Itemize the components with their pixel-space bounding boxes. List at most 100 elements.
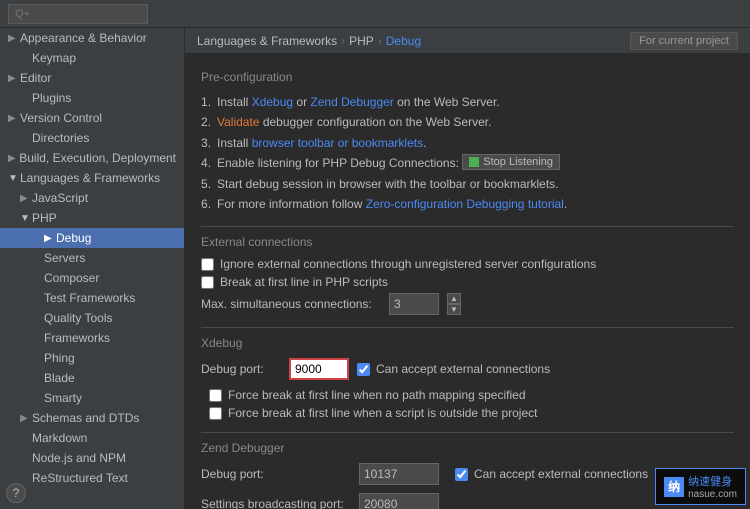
zend-port-row: Debug port: Can accept external connecti… — [201, 463, 734, 485]
external-connections-section: External connections Ignore external con… — [201, 235, 734, 315]
sidebar-item-javascript[interactable]: ▶ JavaScript — [0, 188, 184, 208]
arrow-icon: ▼ — [20, 213, 32, 224]
sidebar-item-php[interactable]: ▼ PHP — [0, 208, 184, 228]
xdebug-force-break1-checkbox[interactable] — [209, 389, 222, 402]
sidebar-item-servers[interactable]: Servers — [0, 248, 184, 268]
watermark-icon: 纳 — [664, 477, 684, 497]
sidebar-item-markdown[interactable]: Markdown — [0, 428, 184, 448]
xdebug-force-break2-row: Force break at first line when a script … — [201, 406, 734, 420]
pre-config-item-1: Install Xdebug or Zend Debugger on the W… — [217, 92, 734, 112]
sidebar-item-nodejs-npm[interactable]: Node.js and NPM — [0, 448, 184, 468]
xdebug-can-accept-row: Can accept external connections — [357, 362, 556, 376]
zend-can-accept-checkbox[interactable] — [455, 468, 468, 481]
arrow-icon: ▶ — [8, 33, 20, 44]
sidebar-item-test-frameworks[interactable]: Test Frameworks — [0, 288, 184, 308]
divider-3 — [201, 432, 734, 433]
max-connections-row: Max. simultaneous connections: ▲ ▼ — [201, 293, 734, 315]
sidebar-item-version-control[interactable]: ▶ Version Control — [0, 108, 184, 128]
xdebug-section: Xdebug Debug port: Can accept external c… — [201, 336, 734, 420]
pre-config-list: Install Xdebug or Zend Debugger on the W… — [201, 92, 734, 214]
pre-config-item-5: Start debug session in browser with the … — [217, 174, 734, 194]
breadcrumb-part1: Languages & Frameworks — [197, 34, 337, 48]
sidebar: ▶ Appearance & Behavior Keymap ▶ Editor … — [0, 28, 185, 509]
breadcrumb: Languages & Frameworks › PHP › Debug For… — [185, 28, 750, 54]
sidebar-item-frameworks[interactable]: Frameworks — [0, 328, 184, 348]
zend-debugger-link[interactable]: Zend Debugger — [310, 95, 393, 109]
breadcrumb-current: Debug — [386, 34, 421, 48]
zend-broadcast-input[interactable] — [359, 493, 439, 509]
ignore-connections-label: Ignore external connections through unre… — [220, 257, 596, 271]
search-input[interactable] — [8, 4, 148, 24]
xdebug-force-break2-label: Force break at first line when a script … — [228, 406, 537, 420]
xdebug-force-break2-checkbox[interactable] — [209, 407, 222, 420]
browser-toolbar-link[interactable]: browser toolbar or bookmarklets — [252, 136, 423, 150]
zend-broadcast-row: Settings broadcasting port: — [201, 493, 734, 509]
max-connections-input[interactable] — [389, 293, 439, 315]
breadcrumb-part2: PHP — [349, 34, 374, 48]
xdebug-can-accept-checkbox[interactable] — [357, 363, 370, 376]
sidebar-item-debug[interactable]: ▶ Debug — [0, 228, 184, 248]
pre-config-title: Pre-configuration — [201, 70, 734, 84]
ignore-connections-checkbox[interactable] — [201, 258, 214, 271]
xdebug-force-break1-row: Force break at first line when no path m… — [201, 388, 734, 402]
sidebar-item-languages-frameworks[interactable]: ▼ Languages & Frameworks — [0, 168, 184, 188]
sidebar-item-phing[interactable]: Phing — [0, 348, 184, 368]
for-current-project-tab[interactable]: For current project — [630, 32, 738, 50]
sidebar-item-keymap[interactable]: Keymap — [0, 48, 184, 68]
arrow-icon: ▶ — [20, 193, 32, 204]
content-area: Languages & Frameworks › PHP › Debug For… — [185, 28, 750, 509]
toolbar — [0, 0, 750, 28]
arrow-icon: ▼ — [8, 173, 20, 184]
xdebug-force-break1-label: Force break at first line when no path m… — [228, 388, 526, 402]
spinner-up-button[interactable]: ▲ — [447, 293, 461, 304]
breadcrumb-sep1: › — [341, 34, 345, 48]
sidebar-item-editor[interactable]: ▶ Editor — [0, 68, 184, 88]
pre-config-section: Pre-configuration Install Xdebug or Zend… — [201, 70, 734, 214]
ignore-connections-row: Ignore external connections through unre… — [201, 257, 734, 271]
break-first-line-checkbox[interactable] — [201, 276, 214, 289]
max-connections-spinner: ▲ ▼ — [447, 293, 461, 315]
sidebar-item-composer[interactable]: Composer — [0, 268, 184, 288]
sidebar-item-directories[interactable]: Directories — [0, 128, 184, 148]
pre-config-item-2: Validate debugger configuration on the W… — [217, 112, 734, 132]
sidebar-item-quality-tools[interactable]: Quality Tools — [0, 308, 184, 328]
zend-can-accept-label: Can accept external connections — [474, 467, 654, 481]
zend-can-accept-row: Can accept external connections — [455, 467, 654, 481]
sidebar-item-blade[interactable]: Blade — [0, 368, 184, 388]
help-button[interactable]: ? — [6, 483, 26, 503]
xdebug-link[interactable]: Xdebug — [252, 95, 293, 109]
settings-content: Pre-configuration Install Xdebug or Zend… — [185, 54, 750, 509]
zend-port-input[interactable] — [359, 463, 439, 485]
spinner-down-button[interactable]: ▼ — [447, 304, 461, 315]
arrow-icon: ▶ — [44, 233, 56, 244]
watermark-text: 纳速健身 nasue.com — [688, 473, 737, 500]
zend-debugger-title: Zend Debugger — [201, 441, 734, 455]
arrow-icon: ▶ — [8, 73, 20, 84]
zend-port-label: Debug port: — [201, 467, 351, 481]
xdebug-can-accept-label: Can accept external connections — [376, 362, 556, 376]
max-connections-label: Max. simultaneous connections: — [201, 297, 381, 311]
zend-debugger-section: Zend Debugger Debug port: Can accept ext… — [201, 441, 734, 509]
external-connections-title: External connections — [201, 235, 734, 249]
divider-2 — [201, 327, 734, 328]
xdebug-port-label: Debug port: — [201, 362, 281, 376]
pre-config-item-3: Install browser toolbar or bookmarklets. — [217, 133, 734, 153]
xdebug-title: Xdebug — [201, 336, 734, 350]
sidebar-item-build-execution[interactable]: ▶ Build, Execution, Deployment — [0, 148, 184, 168]
sidebar-item-schemas-dtds[interactable]: ▶ Schemas and DTDs — [0, 408, 184, 428]
sidebar-item-appearance-behavior[interactable]: ▶ Appearance & Behavior — [0, 28, 184, 48]
stop-listening-button[interactable]: Stop Listening — [462, 154, 560, 170]
zero-config-link[interactable]: Zero-configuration Debugging tutorial — [366, 197, 564, 211]
sidebar-item-restructured-text[interactable]: ReStructured Text — [0, 468, 184, 488]
arrow-icon: ▶ — [20, 413, 32, 424]
break-first-line-row: Break at first line in PHP scripts — [201, 275, 734, 289]
pre-config-item-6: For more information follow Zero-configu… — [217, 194, 734, 214]
xdebug-port-input[interactable] — [289, 358, 349, 380]
zend-broadcast-label: Settings broadcasting port: — [201, 497, 351, 509]
sidebar-item-smarty[interactable]: Smarty — [0, 388, 184, 408]
validate-link[interactable]: Validate — [217, 115, 259, 129]
breadcrumb-sep2: › — [378, 34, 382, 48]
pre-config-item-4: Enable listening for PHP Debug Connectio… — [217, 153, 734, 173]
sidebar-item-plugins[interactable]: Plugins — [0, 88, 184, 108]
watermark: 纳 纳速健身 nasue.com — [655, 468, 746, 505]
